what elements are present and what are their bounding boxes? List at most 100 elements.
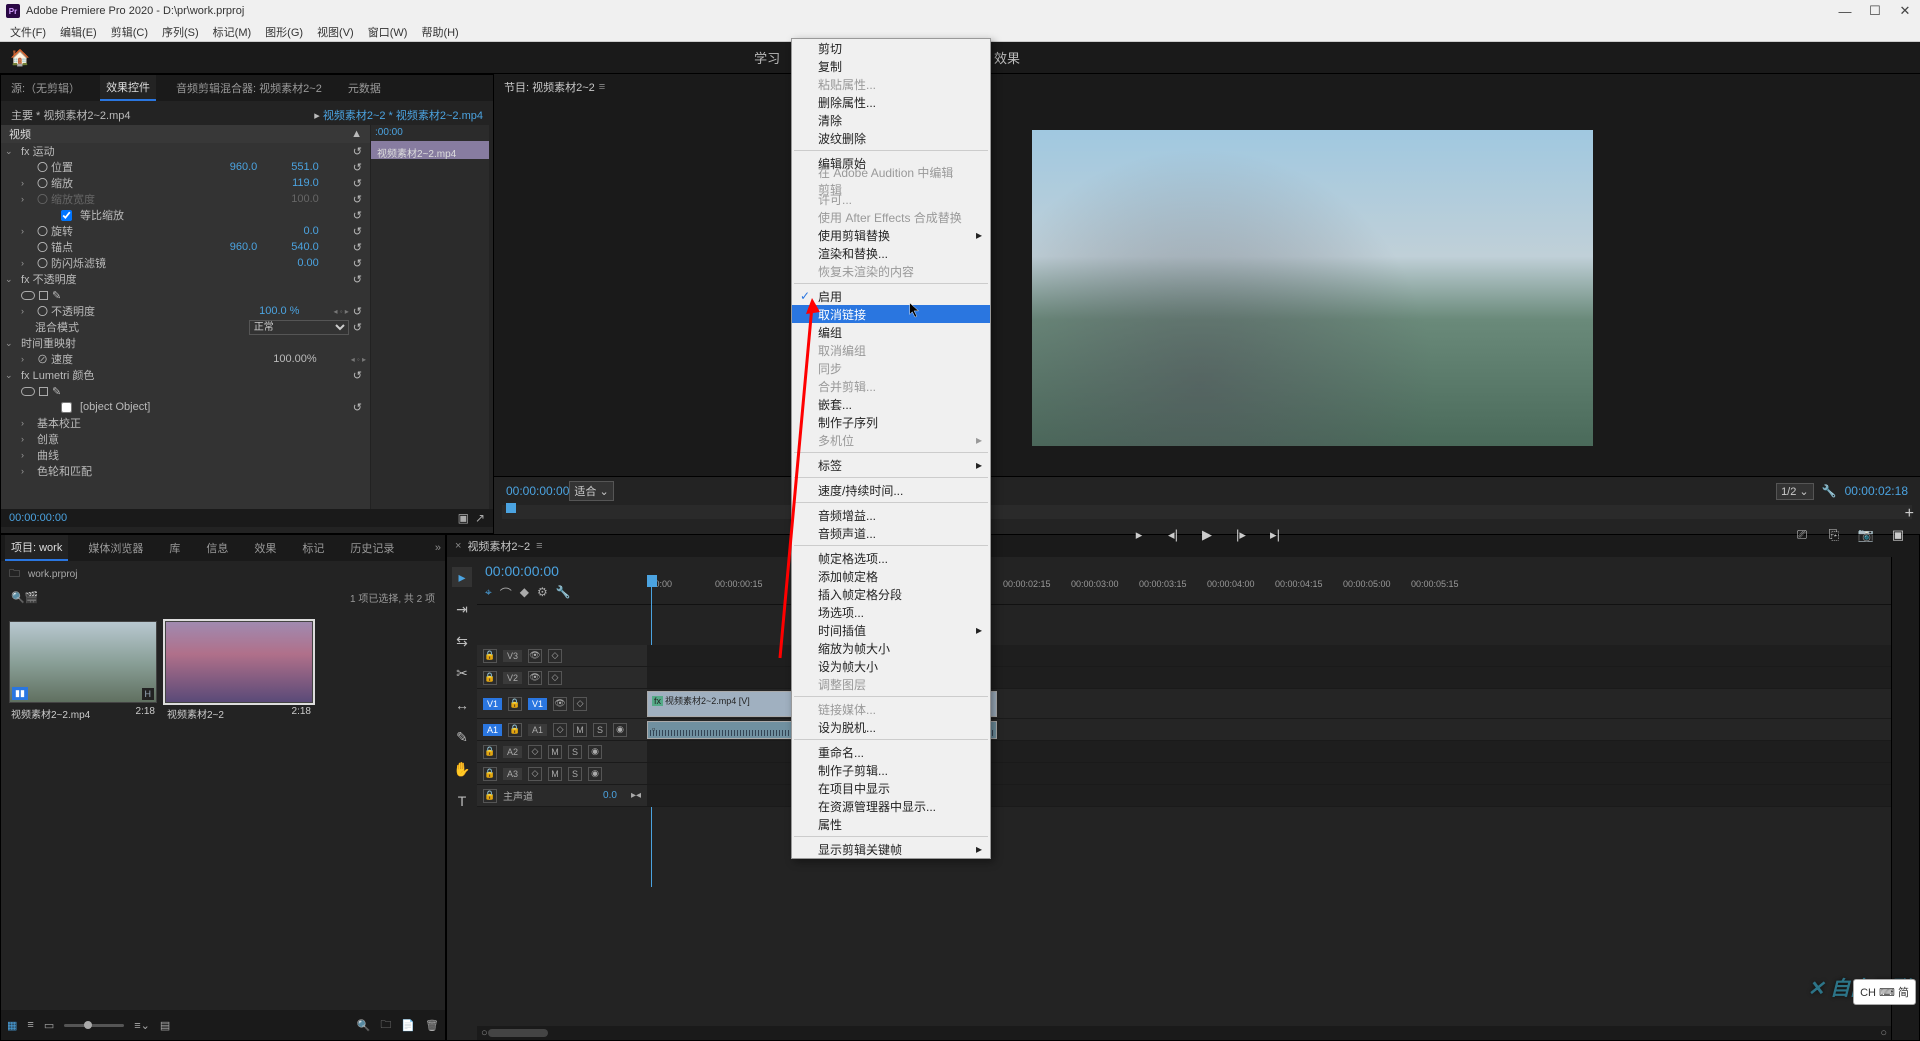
fx-opacity[interactable]: 〇 不透明度 <box>33 303 255 319</box>
tool-ripple[interactable]: ⇆ <box>452 631 472 651</box>
window-minimize[interactable]: — <box>1830 0 1860 22</box>
track-label-a1[interactable]: A1 <box>528 724 547 736</box>
timeline-playhead[interactable] <box>647 575 657 587</box>
program-playhead[interactable] <box>506 503 516 513</box>
window-close[interactable]: ✕ <box>1890 0 1920 22</box>
ctx-item[interactable]: 缩放为帧大小 <box>792 639 990 657</box>
project-breadcrumb[interactable]: work.prproj <box>28 569 77 580</box>
ctx-item[interactable]: 标签 <box>792 456 990 474</box>
view-freeform-icon[interactable]: ▭ <box>44 1019 54 1032</box>
reset-icon[interactable]: ↺ <box>353 145 366 158</box>
tab-source[interactable]: 源:（无剪辑） <box>5 76 86 100</box>
menu-file[interactable]: 文件(F) <box>10 24 46 40</box>
program-canvas[interactable] <box>494 100 1920 476</box>
tab-media-browser[interactable]: 媒体浏览器 <box>82 536 149 560</box>
ctx-item[interactable]: 在项目中显示 <box>792 779 990 797</box>
tab-metadata[interactable]: 元数据 <box>342 76 387 100</box>
ctx-item[interactable]: 取消链接 <box>792 305 990 323</box>
track-toggle-v2[interactable]: 👁 <box>528 671 542 685</box>
ctx-item[interactable]: 制作子剪辑... <box>792 761 990 779</box>
workspace-learning[interactable]: 学习 <box>754 42 780 73</box>
ctx-item[interactable]: 编组 <box>792 323 990 341</box>
fx-uniform-scale-checkbox[interactable] <box>61 210 72 221</box>
tl-marker-icon[interactable]: ◆ <box>520 585 529 602</box>
tool-type[interactable]: T <box>452 791 472 811</box>
fx-curves[interactable]: 曲线 <box>33 447 366 463</box>
tab-markers[interactable]: 标记 <box>296 536 330 560</box>
thumbnail-size-slider[interactable] <box>64 1024 124 1027</box>
fx-timeremap[interactable]: 时间重映射 <box>17 335 366 351</box>
timeline-tracks[interactable]: 🔒V3👁◇ 🔒V2👁◇ V1🔒V1👁◇fx视频素材2~2.mp4 [V] A1🔒… <box>477 605 1891 1026</box>
project-thumbnail-grid[interactable]: ▮▮H 视频素材2~2.mp42:18 视频素材2~22:18 <box>1 607 445 738</box>
ctx-item[interactable]: 添加帧定格 <box>792 567 990 585</box>
menu-help[interactable]: 帮助(H) <box>421 24 458 40</box>
mask-rect-icon-2[interactable] <box>39 387 48 396</box>
fx-property-tree[interactable]: 视频▲ ⌄fx 运动↺ 〇 位置960.0551.0↺ ›〇 缩放119.0↺ … <box>1 125 371 509</box>
tool-track-select[interactable]: ⇥ <box>452 599 472 619</box>
track-solo-a1[interactable]: S <box>593 723 607 737</box>
btn-compare[interactable]: ▣ <box>1888 525 1908 545</box>
track-lock-a1[interactable]: 🔒 <box>508 723 522 737</box>
ctx-item[interactable]: 制作子序列 <box>792 413 990 431</box>
ctx-item[interactable]: 剪切 <box>792 39 990 57</box>
view-icon-icon[interactable]: ≡ <box>27 1019 33 1031</box>
tl-settings-icon[interactable]: ⚙ <box>537 585 548 602</box>
project-item-1[interactable]: ▮▮H 视频素材2~2.mp42:18 <box>9 621 157 724</box>
btn-button-editor[interactable]: + <box>1905 505 1914 523</box>
ctx-item[interactable]: 属性 <box>792 815 990 833</box>
ctx-item[interactable]: 插入帧定格分段 <box>792 585 990 603</box>
track-lock-v1[interactable]: 🔒 <box>508 697 522 711</box>
fx-basic-correction[interactable]: 基本校正 <box>33 415 366 431</box>
fx-motion[interactable]: fx 运动 <box>17 143 349 159</box>
fx-blend[interactable]: 混合模式 <box>31 319 245 335</box>
track-label-a3[interactable]: A3 <box>503 768 522 780</box>
btn-step-back[interactable]: ◂| <box>1163 525 1183 545</box>
track-label-v2[interactable]: V2 <box>503 672 522 684</box>
fx-mini-timeline[interactable]: :00:00 视频素材2~2.mp4 <box>371 125 489 509</box>
tab-history[interactable]: 历史记录 <box>344 536 400 560</box>
track-toggle-v3[interactable]: 👁 <box>528 649 542 663</box>
home-button[interactable]: 🏠 <box>0 42 40 74</box>
fx-hdr-checkbox[interactable] <box>61 402 72 413</box>
ctx-item[interactable]: 时间插值 <box>792 621 990 639</box>
new-bin-icon[interactable]: 🗀 <box>380 1016 391 1035</box>
tab-info[interactable]: 信息 <box>200 536 234 560</box>
fx-scale[interactable]: 〇 缩放 <box>33 175 288 191</box>
fx-wheels[interactable]: 色轮和匹配 <box>33 463 366 479</box>
tab-audio-mixer[interactable]: 音频剪辑混合器: 视频素材2~2 <box>170 76 328 100</box>
timeline-timecode[interactable]: 00:00:00:00 <box>485 563 639 579</box>
fx-creative[interactable]: 创意 <box>33 431 366 447</box>
sort-icon[interactable]: ≡⌄ <box>134 1019 150 1032</box>
menu-view[interactable]: 视图(V) <box>317 24 354 40</box>
mask-rect-icon[interactable] <box>39 291 48 300</box>
find-icon[interactable]: 🔍 <box>357 1019 371 1032</box>
fx-antiflicker[interactable]: 〇 防闪烁滤镜 <box>33 255 293 271</box>
track-label-v1[interactable]: V1 <box>528 698 547 710</box>
ctx-item[interactable]: 场选项... <box>792 603 990 621</box>
tool-slip[interactable]: ↔ <box>452 695 472 715</box>
window-maximize[interactable]: ☐ <box>1860 0 1890 22</box>
track-label-a2[interactable]: A2 <box>503 746 522 758</box>
ctx-item[interactable]: 渲染和替换... <box>792 244 990 262</box>
track-lock-v2[interactable]: 🔒 <box>483 671 497 685</box>
program-settings-icon[interactable]: 🔧 <box>1822 484 1837 498</box>
workspace-effects[interactable]: 效果 <box>994 42 1020 73</box>
btn-extract[interactable]: ⎘ <box>1824 525 1844 545</box>
view-list-icon[interactable]: ▦ <box>7 1019 17 1032</box>
track-lock-master[interactable]: 🔒 <box>483 789 497 803</box>
menu-graphics[interactable]: 图形(G) <box>265 24 303 40</box>
ctx-item[interactable]: 删除属性... <box>792 93 990 111</box>
program-fit-dropdown[interactable]: 适合 ⌄ <box>569 481 613 501</box>
btn-step-fwd[interactable]: |▸ <box>1231 525 1251 545</box>
btn-export-frame[interactable]: 📷 <box>1856 525 1876 545</box>
track-lock-a2[interactable]: 🔒 <box>483 745 497 759</box>
context-menu[interactable]: 剪切复制粘贴属性...删除属性...清除波纹删除编辑原始在 Adobe Audi… <box>791 38 991 859</box>
ime-indicator[interactable]: CH ⌨ 简 <box>1853 979 1916 1005</box>
ctx-item[interactable]: 在资源管理器中显示... <box>792 797 990 815</box>
mask-pen-icon[interactable]: ✎ <box>52 289 61 302</box>
tab-library[interactable]: 库 <box>163 536 186 560</box>
mask-ellipse-icon-2[interactable] <box>21 387 35 396</box>
project-clapper-icon[interactable]: 🎬 <box>25 591 39 604</box>
track-label-master[interactable]: 主声道 <box>503 788 533 803</box>
ctx-item[interactable]: 设为脱机... <box>792 718 990 736</box>
